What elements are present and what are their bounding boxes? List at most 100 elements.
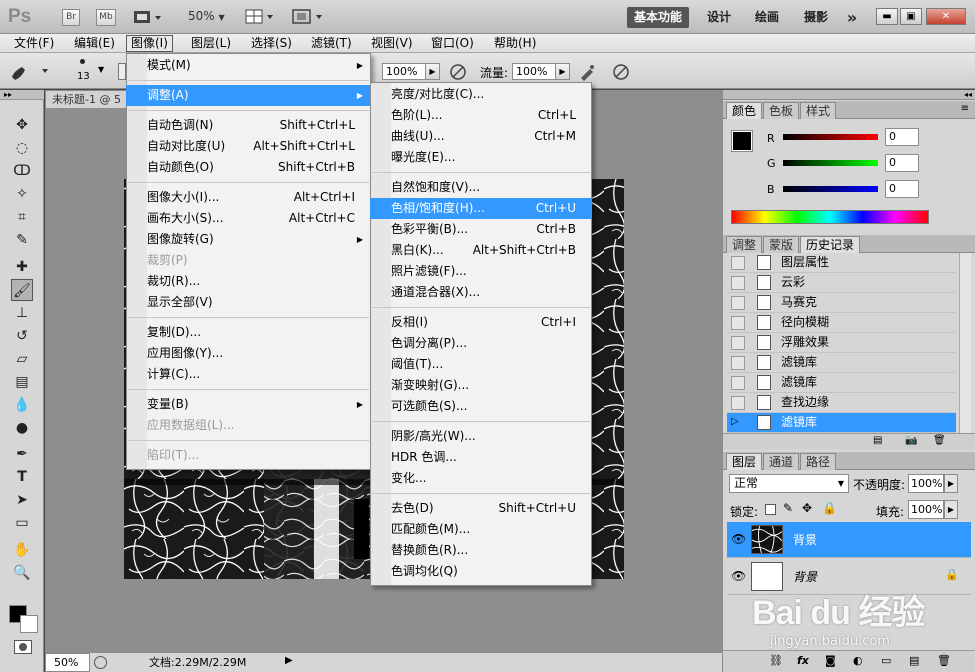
tab-styles[interactable]: 样式 xyxy=(800,102,837,119)
menu-item[interactable]: 色彩平衡(B)... Ctrl+B xyxy=(370,219,592,240)
move-tool-icon[interactable]: ✥ xyxy=(11,114,33,136)
opacity-field[interactable]: 100% xyxy=(382,63,426,80)
layer-fill-field[interactable]: 100% xyxy=(908,500,944,519)
history-checkbox[interactable] xyxy=(731,316,745,330)
color-fg-swatch[interactable] xyxy=(731,130,753,152)
menu-item[interactable]: 裁切(R)... xyxy=(126,271,371,292)
blur-tool-icon[interactable]: 💧 xyxy=(11,394,33,416)
eye-icon[interactable]: 👁 xyxy=(731,569,746,583)
hand-tool-icon[interactable]: ✋ xyxy=(11,539,33,561)
history-checkbox[interactable] xyxy=(731,396,745,410)
menu-edit[interactable]: 编辑(E) xyxy=(70,35,119,52)
menu-item[interactable]: 模式(M) ▶ xyxy=(126,55,371,76)
history-item[interactable]: 滤镜库 xyxy=(727,353,956,373)
menu-layer[interactable]: 图层(L) xyxy=(187,35,235,52)
healing-brush-tool-icon[interactable]: ✚ xyxy=(11,256,33,278)
quick-mask-icon[interactable] xyxy=(14,640,32,654)
crop-tool-icon[interactable]: ⌗ xyxy=(11,206,33,228)
new-snapshot-icon[interactable]: 📷 xyxy=(905,435,917,446)
workspace-essentials[interactable]: 基本功能 xyxy=(627,7,689,28)
delete-icon[interactable]: 🗑 xyxy=(933,435,946,446)
menu-help[interactable]: 帮助(H) xyxy=(490,35,540,52)
menu-item[interactable]: 匹配颜色(M)... xyxy=(370,519,592,540)
type-tool-icon[interactable]: T xyxy=(11,466,33,488)
tab-masks[interactable]: 蒙版 xyxy=(763,236,800,253)
tool-preset-picker[interactable] xyxy=(6,61,56,81)
menu-item[interactable]: 图像旋转(G) ▶ xyxy=(126,229,371,250)
layer-opacity-field[interactable]: 100% xyxy=(908,474,944,493)
lasso-tool-icon[interactable]: ↀ xyxy=(11,160,33,182)
eraser-tool-icon[interactable]: ▱ xyxy=(11,348,33,370)
panels-collapse-icon[interactable]: ◂◂ xyxy=(723,90,975,100)
workspace-design[interactable]: 设计 xyxy=(700,7,738,28)
menu-item[interactable]: HDR 色调... xyxy=(370,447,592,468)
panel-collapse-icon[interactable]: ▸▸ xyxy=(0,90,44,100)
panel-menu-icon[interactable]: ≡ xyxy=(961,103,969,114)
delete-layer-icon[interactable]: 🗑 xyxy=(937,654,951,667)
background-color-swatch[interactable] xyxy=(20,615,38,633)
history-checkbox[interactable] xyxy=(731,296,745,310)
history-brush-tool-icon[interactable]: ↺ xyxy=(11,325,33,347)
mini-bridge-button[interactable]: Mb xyxy=(96,9,116,26)
menu-file[interactable]: 文件(F) xyxy=(10,35,58,52)
lock-pixels-icon[interactable]: ✎ xyxy=(783,501,793,515)
status-menu-arrow[interactable]: ▶ xyxy=(285,655,293,666)
menu-item[interactable]: 黑白(K)... Alt+Shift+Ctrl+B xyxy=(370,240,592,261)
menu-item[interactable]: 色调均化(Q) xyxy=(370,561,592,582)
menu-item[interactable]: 可选颜色(S)... xyxy=(370,396,592,417)
brush-panel-toggle[interactable] xyxy=(118,63,126,80)
new-document-from-state-icon[interactable]: ▤ xyxy=(873,435,882,446)
history-checkbox[interactable] xyxy=(731,256,745,270)
pressure-size-button[interactable] xyxy=(612,63,630,81)
history-item-selected[interactable]: ▷ 滤镜库 xyxy=(727,413,956,433)
tab-history[interactable]: 历史记录 xyxy=(800,236,861,253)
menu-item[interactable]: 渐变映射(G)... xyxy=(370,375,592,396)
minimize-button[interactable]: ▬ xyxy=(876,8,898,25)
history-item[interactable]: 图层属性 xyxy=(727,253,956,273)
history-checkbox[interactable] xyxy=(731,356,745,370)
new-group-icon[interactable]: ▭ xyxy=(881,654,891,667)
lock-all-icon[interactable]: 🔒 xyxy=(822,501,837,515)
tab-color[interactable]: 颜色 xyxy=(726,102,763,119)
tab-swatches[interactable]: 色板 xyxy=(763,102,800,119)
channel-g-slider[interactable] xyxy=(783,160,878,166)
tab-paths[interactable]: 路径 xyxy=(800,453,837,470)
adjustment-layer-icon[interactable]: ◐ xyxy=(853,654,863,667)
menu-item[interactable]: 色相/饱和度(H)... Ctrl+U xyxy=(370,198,592,219)
opacity-slider-arrow[interactable]: ▶ xyxy=(944,474,958,493)
quick-selection-tool-icon[interactable]: ✧ xyxy=(11,183,33,205)
arrange-documents-button[interactable] xyxy=(245,9,277,25)
lock-position-icon[interactable]: ✥ xyxy=(802,501,812,515)
clone-stamp-tool-icon[interactable]: ⊥ xyxy=(11,302,33,324)
menu-item[interactable]: 色阶(L)... Ctrl+L xyxy=(370,105,592,126)
tab-channels[interactable]: 通道 xyxy=(763,453,800,470)
eyedropper-tool-icon[interactable]: ✎ xyxy=(11,229,33,251)
channel-b-field[interactable]: 0 xyxy=(885,180,919,198)
dodge-tool-icon[interactable]: ● xyxy=(11,417,33,439)
marquee-tool-icon[interactable]: ◌ xyxy=(11,137,33,159)
more-workspaces-button[interactable]: » xyxy=(841,7,863,28)
history-item[interactable]: 查找边缘 xyxy=(727,393,956,413)
menu-item[interactable]: 自动颜色(O) Shift+Ctrl+B xyxy=(126,157,371,178)
lock-transparent-icon[interactable] xyxy=(765,504,776,515)
menu-window[interactable]: 窗口(O) xyxy=(427,35,478,52)
menu-item[interactable]: 图像大小(I)... Alt+Ctrl+I xyxy=(126,187,371,208)
history-checkbox[interactable] xyxy=(731,276,745,290)
screen-mode-button[interactable] xyxy=(292,9,326,25)
history-item[interactable]: 云彩 xyxy=(727,273,956,293)
view-extras-button[interactable] xyxy=(133,9,163,25)
bridge-button[interactable]: Br xyxy=(62,9,80,26)
history-item[interactable]: 马赛克 xyxy=(727,293,956,313)
history-checkbox[interactable] xyxy=(731,336,745,350)
menu-select[interactable]: 选择(S) xyxy=(247,35,296,52)
menu-item[interactable]: 曲线(U)... Ctrl+M xyxy=(370,126,592,147)
menu-image[interactable]: 图像(I) xyxy=(126,35,173,52)
eye-icon[interactable]: 👁 xyxy=(731,532,746,546)
close-button[interactable]: ✕ xyxy=(926,8,966,25)
menu-item[interactable]: 变量(B) ▶ xyxy=(126,394,371,415)
zoom-level-select[interactable]: 50% ▼ xyxy=(188,9,225,23)
menu-item[interactable]: 画布大小(S)... Alt+Ctrl+C xyxy=(126,208,371,229)
menu-item[interactable]: 反相(I) Ctrl+I xyxy=(370,312,592,333)
history-brush-source-icon[interactable]: ▷ xyxy=(731,416,745,430)
channel-g-field[interactable]: 0 xyxy=(885,154,919,172)
